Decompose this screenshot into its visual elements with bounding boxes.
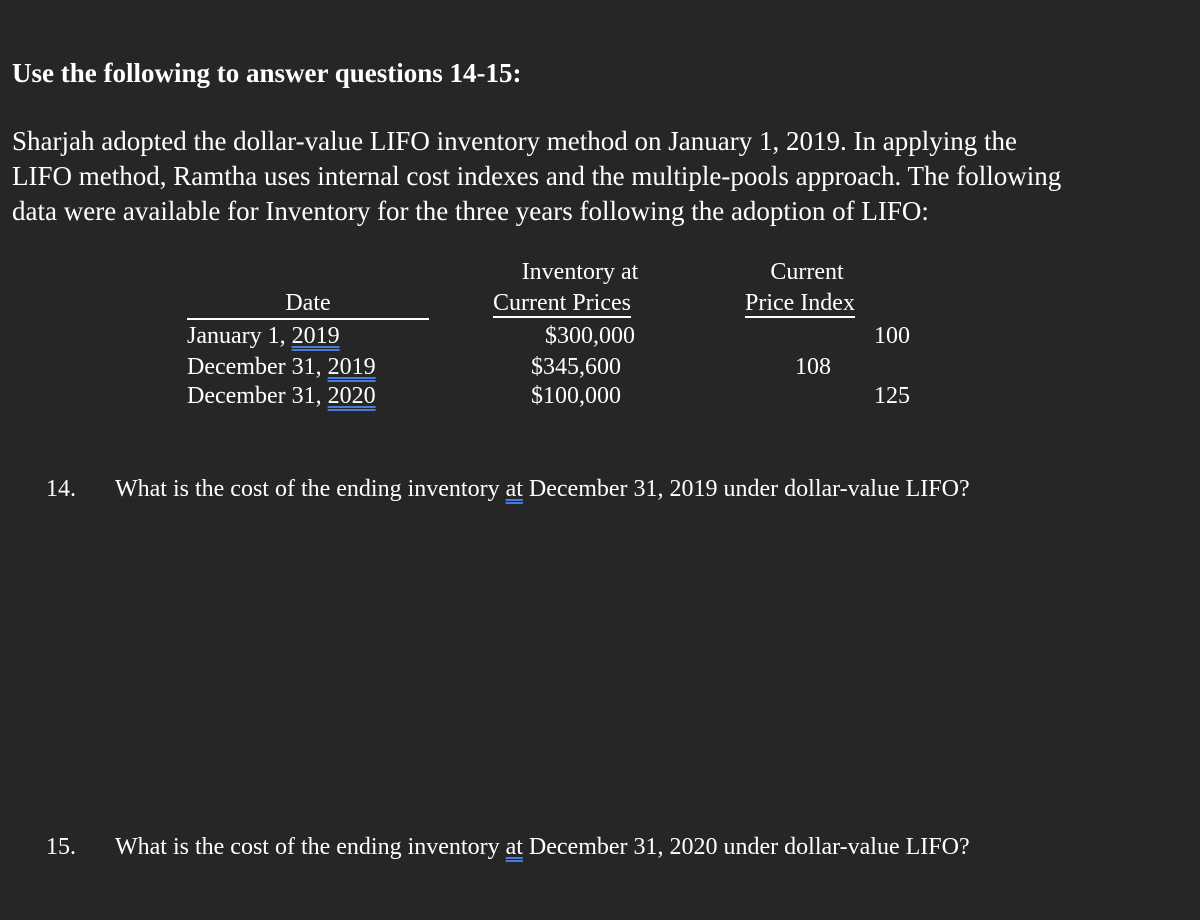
header-date: Date (187, 288, 429, 320)
question-at: at (505, 476, 523, 502)
inventory-value: $100,000 (531, 383, 621, 409)
header-inventory-text: Current Prices (493, 290, 631, 318)
date-text: December 31, (187, 383, 328, 409)
date-text: December 31, (187, 354, 328, 380)
section-heading: Use the following to answer questions 14… (12, 58, 522, 88)
question-14-text: What is the cost of the ending inventory… (115, 476, 970, 503)
header-index-line1: Current (770, 259, 844, 285)
inventory-value: $345,600 (531, 354, 621, 380)
table-row-date: January 1, 2019 (187, 321, 340, 352)
date-year: 2020 (327, 383, 376, 409)
date-text: January 1, (187, 323, 292, 349)
paragraph-line: LIFO method, Ramtha uses internal cost i… (12, 161, 1062, 191)
date-year: 2019 (291, 323, 340, 349)
inventory-value: $300,000 (545, 323, 635, 349)
question-text: December 31, 2019 under dollar-value LIF… (522, 476, 970, 502)
paragraph-line: Sharjah adopted the dollar-value LIFO in… (12, 126, 1017, 156)
index-value: 108 (795, 354, 831, 380)
intro-paragraph: Sharjah adopted the dollar-value LIFO in… (12, 124, 1192, 229)
question-at: at (505, 834, 523, 860)
table-row-date: December 31, 2019 (187, 352, 376, 383)
header-index-text: Price Index (745, 290, 855, 318)
header-index-line2: Price Index (745, 288, 855, 318)
date-year: 2019 (327, 354, 376, 380)
question-text: December 31, 2020 under dollar-value LIF… (522, 834, 970, 860)
question-text: What is the cost of the ending inventory (115, 834, 506, 860)
question-15-number: 15. (46, 834, 76, 860)
question-15-text: What is the cost of the ending inventory… (115, 834, 970, 861)
index-value: 125 (874, 383, 910, 409)
header-inventory-line1: Inventory at (521, 259, 639, 285)
header-inventory-line2: Current Prices (493, 288, 631, 318)
question-14-number: 14. (46, 476, 76, 502)
table-row-date: December 31, 2020 (187, 381, 376, 412)
paragraph-line: data were available for Inventory for th… (12, 196, 929, 226)
index-value: 100 (874, 323, 910, 349)
question-text: What is the cost of the ending inventory (115, 476, 506, 502)
